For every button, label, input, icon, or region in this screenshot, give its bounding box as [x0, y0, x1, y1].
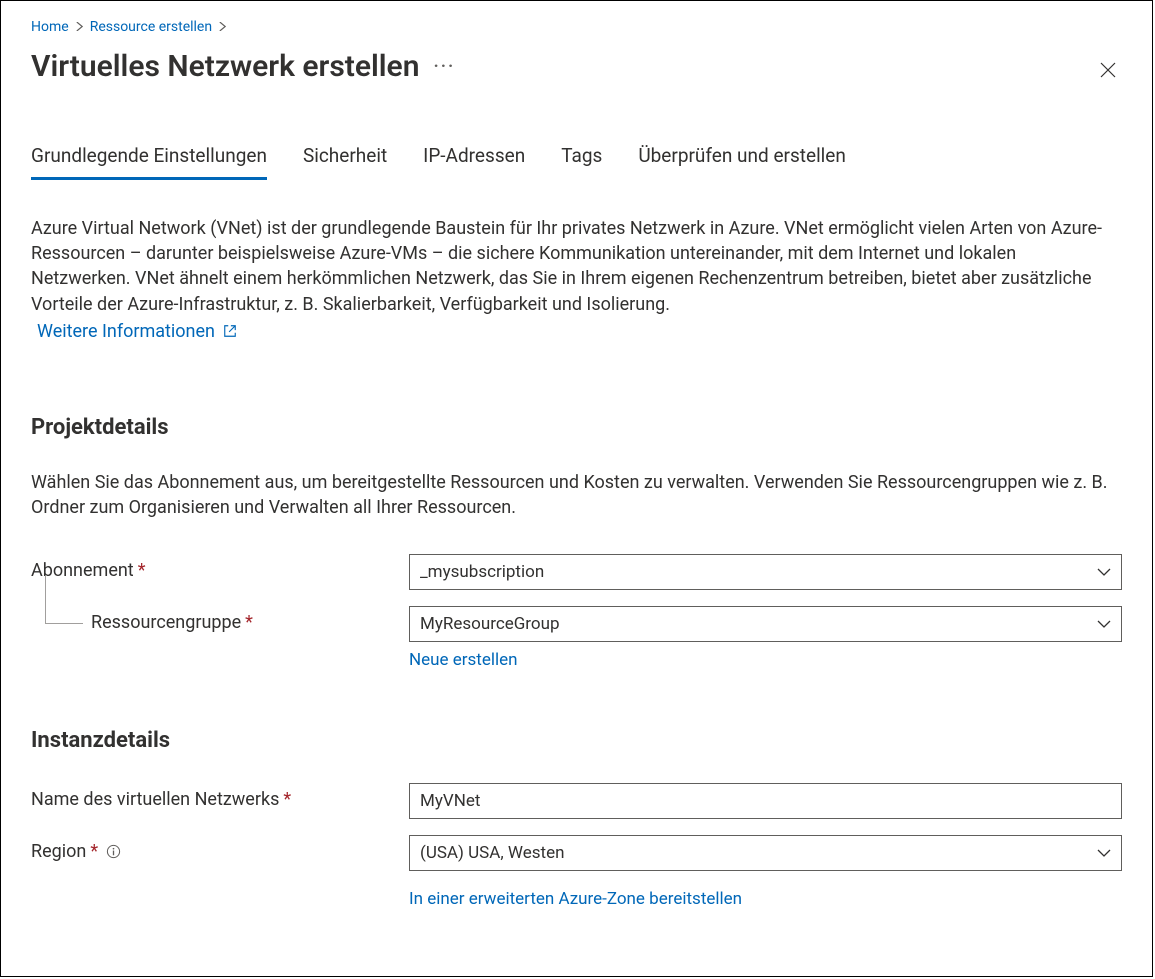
resource-group-select[interactable]: MyResourceGroup: [409, 606, 1122, 642]
tab-ip-addresses[interactable]: IP-Adressen: [423, 144, 525, 180]
tab-basics[interactable]: Grundlegende Einstellungen: [31, 144, 267, 180]
chevron-down-icon: [1097, 843, 1111, 863]
tree-connector-icon: [45, 576, 83, 624]
tabs: Grundlegende Einstellungen Sicherheit IP…: [31, 144, 1122, 180]
vnet-name-input[interactable]: MyVNet: [409, 783, 1122, 819]
chevron-down-icon: [1097, 614, 1111, 634]
breadcrumb-home[interactable]: Home: [31, 19, 69, 35]
extended-zone-link[interactable]: In einer erweiterten Azure-Zone bereitst…: [409, 889, 742, 909]
tab-review-create[interactable]: Überprüfen und erstellen: [638, 144, 846, 180]
subscription-label: Abonnement*: [31, 554, 409, 581]
intro-description: Azure Virtual Network (VNet) ist der gru…: [31, 216, 1111, 317]
region-label: Region*: [31, 835, 409, 862]
project-details-heading: Projektdetails: [31, 415, 1122, 440]
resource-group-label: Ressourcengruppe*: [31, 606, 409, 633]
subscription-select[interactable]: _mysubscription: [409, 554, 1122, 590]
more-icon[interactable]: ···: [433, 56, 455, 77]
info-icon[interactable]: [106, 844, 121, 859]
tab-security[interactable]: Sicherheit: [303, 144, 387, 180]
vnet-name-label: Name des virtuellen Netzwerks*: [31, 783, 409, 810]
breadcrumb-create-resource[interactable]: Ressource erstellen: [90, 19, 212, 35]
chevron-right-icon: [75, 20, 84, 35]
region-select[interactable]: (USA) USA, Westen: [409, 835, 1122, 871]
project-details-description: Wählen Sie das Abonnement aus, um bereit…: [31, 470, 1111, 520]
chevron-right-icon: [218, 20, 227, 35]
chevron-down-icon: [1097, 562, 1111, 582]
external-link-icon: [223, 322, 237, 343]
instance-details-heading: Instanzdetails: [31, 728, 1122, 753]
create-new-resource-group-link[interactable]: Neue erstellen: [409, 650, 518, 670]
tab-tags[interactable]: Tags: [561, 144, 602, 180]
close-button[interactable]: [1094, 56, 1122, 84]
page-title: Virtuelles Netzwerk erstellen ···: [31, 49, 455, 84]
breadcrumb: Home Ressource erstellen: [31, 19, 1122, 35]
learn-more-link[interactable]: Weitere Informationen: [37, 321, 237, 342]
